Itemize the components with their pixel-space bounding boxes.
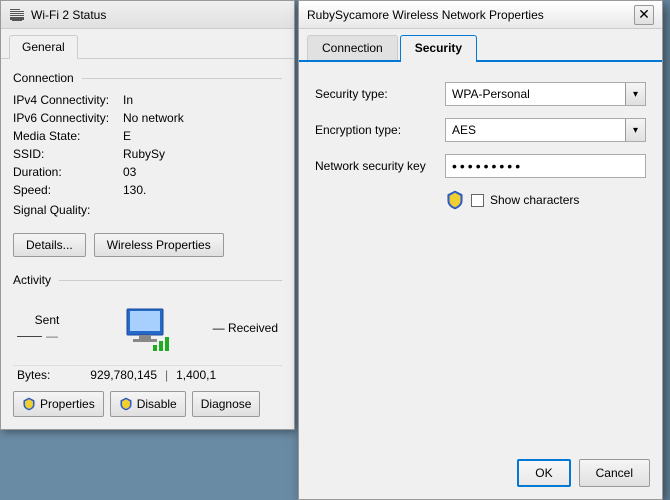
wifi-button-row: Details... Wireless Properties xyxy=(13,233,282,257)
details-button[interactable]: Details... xyxy=(13,233,86,257)
speed-value: 130. xyxy=(123,183,146,197)
bytes-divider: | xyxy=(165,368,168,382)
wifi-content: Connection IPv4 Connectivity: In IPv6 Co… xyxy=(1,59,294,396)
info-duration: Duration: 03 xyxy=(13,165,282,179)
network-icon xyxy=(115,303,175,353)
activity-section: Activity Sent — xyxy=(13,273,282,384)
security-type-arrow: ▾ xyxy=(625,83,645,105)
info-media: Media State: E xyxy=(13,129,282,143)
info-signal: Signal Quality: xyxy=(13,203,282,217)
encryption-type-row: Encryption type: AES ▾ xyxy=(315,118,646,142)
encryption-type-label: Encryption type: xyxy=(315,123,445,137)
diagnose-button-label: Diagnose xyxy=(201,397,252,411)
ipv4-label: IPv4 Connectivity: xyxy=(13,93,123,107)
security-type-row: Security type: WPA-Personal ▾ xyxy=(315,82,646,106)
signal-label: Signal Quality: xyxy=(13,203,123,217)
ipv6-label: IPv6 Connectivity: xyxy=(13,111,123,125)
show-characters-label: Show characters xyxy=(490,193,579,207)
sent-label: Sent — xyxy=(17,313,77,343)
disable-button[interactable]: Disable xyxy=(110,391,186,417)
encryption-type-arrow: ▾ xyxy=(625,119,645,141)
tab-general[interactable]: General xyxy=(9,35,78,59)
bytes-label: Bytes: xyxy=(17,368,67,382)
show-characters-row: Show characters xyxy=(315,190,646,210)
bottom-buttons: Properties Disable Diagnose xyxy=(13,391,282,417)
security-type-value: WPA-Personal xyxy=(446,87,625,101)
encryption-type-select[interactable]: AES ▾ xyxy=(445,118,646,142)
security-type-select[interactable]: WPA-Personal ▾ xyxy=(445,82,646,106)
info-speed: Speed: 130. xyxy=(13,183,282,197)
properties-dialog: RubySycamore Wireless Network Properties… xyxy=(298,0,663,500)
props-dialog-title: RubySycamore Wireless Network Properties xyxy=(307,8,544,22)
shield-badge-icon xyxy=(445,190,465,210)
network-key-row: Network security key xyxy=(315,154,646,178)
props-tabs: Connection Security xyxy=(299,29,662,62)
ssid-value: RubySy xyxy=(123,147,165,161)
cancel-button[interactable]: Cancel xyxy=(579,459,650,487)
properties-button-label: Properties xyxy=(40,397,95,411)
show-characters-checkbox[interactable] xyxy=(471,194,484,207)
tab-connection[interactable]: Connection xyxy=(307,35,398,60)
bytes-row: Bytes: 929,780,145 | 1,400,1 xyxy=(13,365,282,384)
info-ssid: SSID: RubySy xyxy=(13,147,282,161)
disable-button-label: Disable xyxy=(137,397,177,411)
bytes-recv-value: 1,400,1 xyxy=(176,368,236,382)
info-ipv6: IPv6 Connectivity: No network xyxy=(13,111,282,125)
recv-label: — Received xyxy=(213,321,278,335)
props-content: Security type: WPA-Personal ▾ Encryption… xyxy=(299,62,662,230)
props-titlebar: RubySycamore Wireless Network Properties… xyxy=(299,1,662,29)
dialog-footer: OK Cancel xyxy=(517,459,650,487)
connection-section-label: Connection xyxy=(13,71,282,85)
speed-label: Speed: xyxy=(13,183,123,197)
ipv4-value: In xyxy=(123,93,133,107)
info-ipv4: IPv4 Connectivity: In xyxy=(13,93,282,107)
media-value: E xyxy=(123,129,131,143)
media-label: Media State: xyxy=(13,129,123,143)
ok-button[interactable]: OK xyxy=(517,459,570,487)
encryption-type-value: AES xyxy=(446,123,625,137)
shield-icon-properties xyxy=(22,397,36,411)
wifi-tabs: General xyxy=(1,29,294,59)
wifi-status-window: Wi-Fi 2 Status General Connection IPv4 C… xyxy=(0,0,295,430)
diagnose-button[interactable]: Diagnose xyxy=(192,391,261,417)
duration-label: Duration: xyxy=(13,165,123,179)
duration-value: 03 xyxy=(123,165,136,179)
shield-icon-disable xyxy=(119,397,133,411)
tab-security[interactable]: Security xyxy=(400,35,477,62)
network-key-label: Network security key xyxy=(315,159,445,173)
activity-section-label: Activity xyxy=(13,273,282,287)
wifi-window-title: Wi-Fi 2 Status xyxy=(31,8,106,22)
security-type-label: Security type: xyxy=(315,87,445,101)
ssid-label: SSID: xyxy=(13,147,123,161)
network-key-input[interactable] xyxy=(445,154,646,178)
close-button[interactable]: ✕ xyxy=(634,5,654,25)
wifi-titlebar: Wi-Fi 2 Status xyxy=(1,1,294,29)
activity-inner: Sent — xyxy=(13,295,282,361)
wireless-properties-button[interactable]: Wireless Properties xyxy=(94,233,224,257)
properties-button[interactable]: Properties xyxy=(13,391,104,417)
bytes-sent-value: 929,780,145 xyxy=(67,368,157,382)
ipv6-value: No network xyxy=(123,111,184,125)
wifi-titlebar-icon xyxy=(9,7,25,23)
